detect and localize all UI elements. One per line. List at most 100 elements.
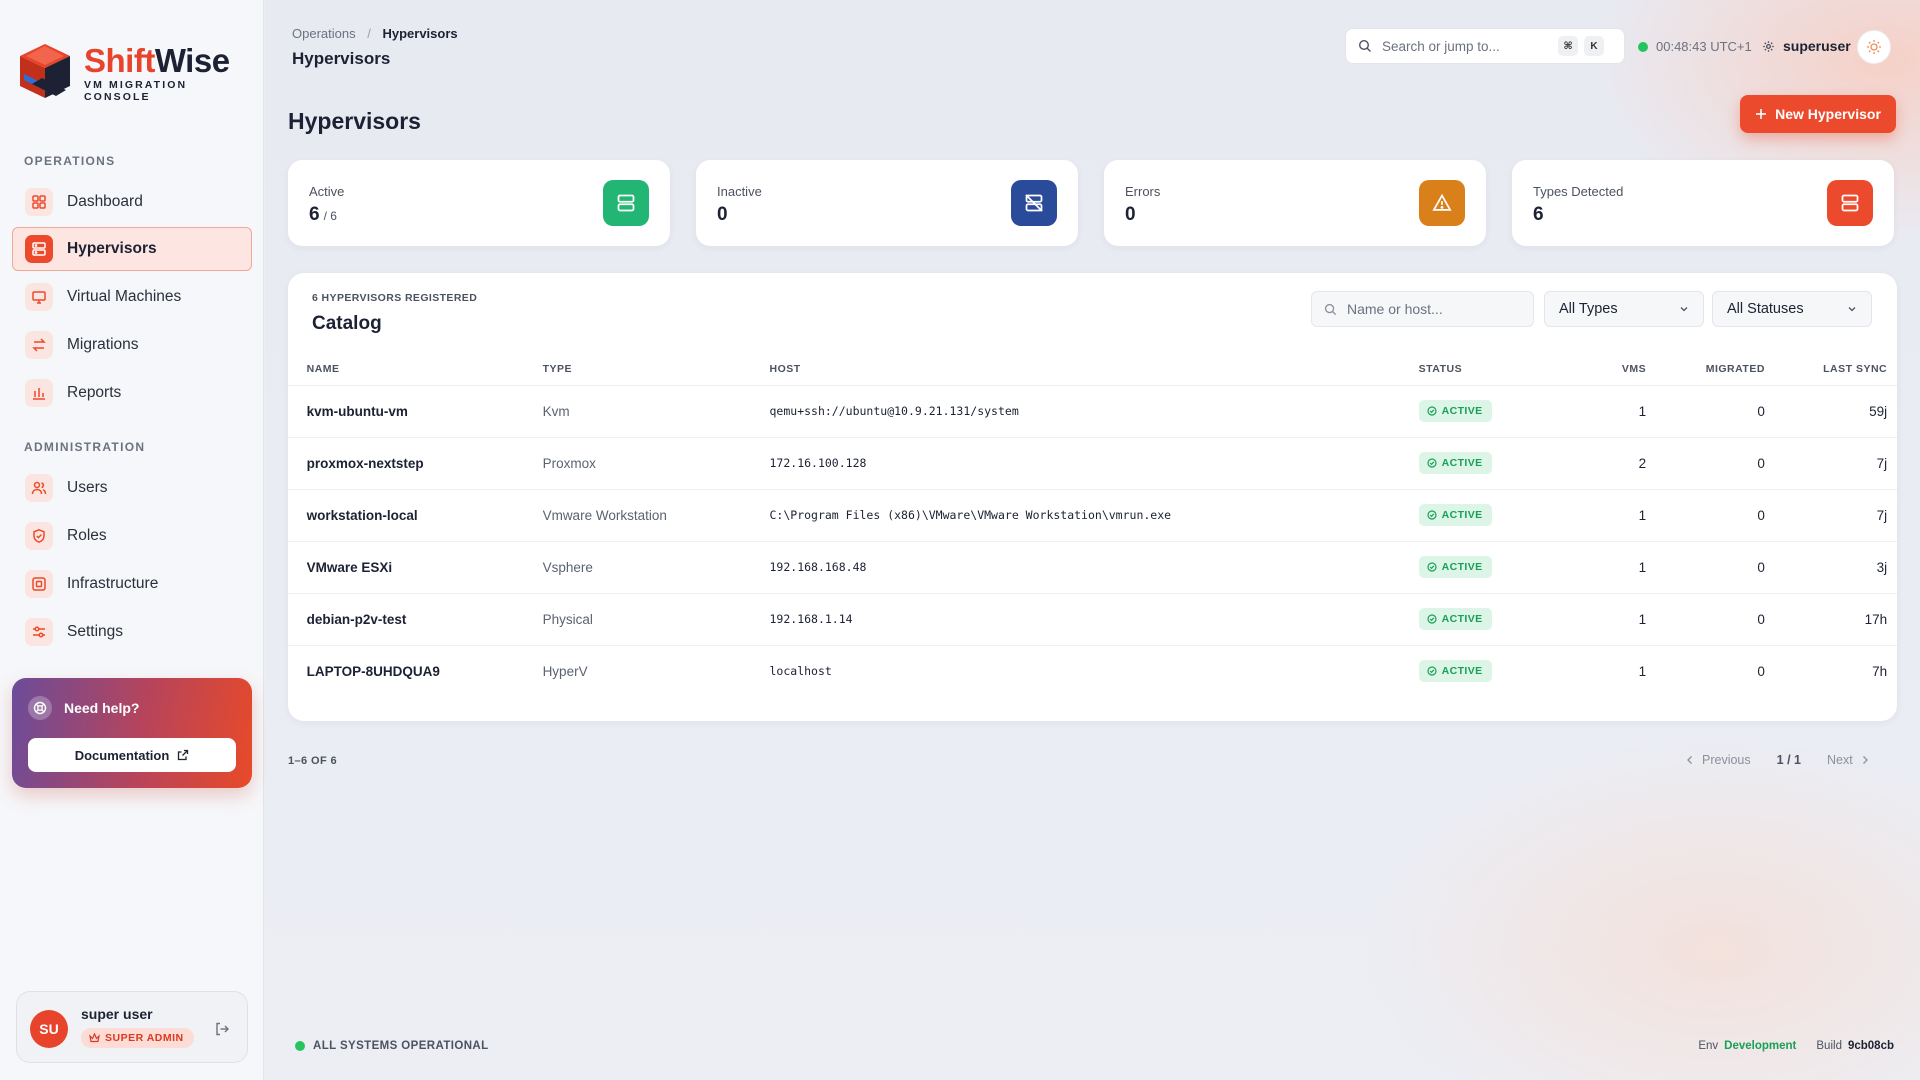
user-card[interactable]: SU super user SUPER ADMIN (16, 991, 248, 1063)
sidebar-item-users[interactable]: Users (12, 466, 252, 510)
brand-name-part1: Shift (84, 41, 155, 79)
status-select[interactable]: All Statuses (1712, 291, 1872, 327)
status-label: ACTIVE (1441, 613, 1483, 625)
status-cell: ACTIVE (1418, 593, 1597, 646)
vms-count: 1 (1596, 541, 1647, 594)
status-cell: ACTIVE (1418, 385, 1597, 438)
header-title: Hypervisors (292, 49, 391, 68)
logout-icon[interactable] (211, 1018, 233, 1040)
sidebar-item-roles[interactable]: Roles (12, 514, 252, 558)
hypervisor-name[interactable]: VMware ESXi (306, 541, 543, 594)
table-row[interactable]: kvm-ubuntu-vm Kvm qemu+ssh://ubuntu@10.9.2… (288, 385, 1897, 438)
sidebar-item-virtual-machines[interactable]: Virtual Machines (12, 275, 252, 319)
status-select-value: All Statuses (1727, 301, 1804, 317)
global-search[interactable]: ⌘ K (1345, 28, 1625, 64)
sidebar-item-migrations[interactable]: Migrations (12, 323, 252, 367)
theme-toggle[interactable] (1857, 30, 1891, 64)
previous-page-button[interactable]: Previous (1686, 753, 1751, 767)
column-header-type[interactable]: TYPE (542, 353, 770, 386)
brand-logo[interactable]: ShiftWise VM MIGRATION CONSOLE (14, 40, 254, 106)
catalog-subtitle: 6 HYPERVISORS REGISTERED (312, 292, 478, 304)
crown-icon (89, 1033, 100, 1043)
sidebar-item-settings[interactable]: Settings (12, 610, 252, 654)
sidebar-item-label: Roles (67, 527, 107, 544)
table-row[interactable]: workstation-local Vmware Workstation C:\Pr… (288, 489, 1897, 542)
stat-number: 6 (1533, 204, 1544, 225)
hypervisor-name[interactable]: proxmox-nextstep (306, 437, 543, 490)
help-title: Need help? (64, 700, 140, 716)
type-select[interactable]: All Types (1544, 291, 1704, 327)
new-hypervisor-label: New Hypervisor (1775, 106, 1881, 122)
external-link-icon (178, 749, 189, 761)
column-header-status[interactable]: STATUS (1418, 353, 1597, 386)
breadcrumb-separator: / (367, 26, 371, 41)
sidebar-item-label: Settings (67, 623, 124, 640)
global-search-input[interactable] (1382, 38, 1552, 54)
chevron-left-icon (1687, 756, 1692, 764)
table-row[interactable]: VMware ESXi Vsphere 192.168.168.48 ACTIVE 1 0… (288, 541, 1897, 594)
last-sync: 3j (1764, 541, 1888, 594)
column-header-last-sync[interactable]: LAST SYNC (1764, 353, 1888, 386)
table-row[interactable]: proxmox-nextstep Proxmox 172.16.100.128 ACT… (288, 437, 1897, 490)
last-sync: 7j (1764, 489, 1888, 542)
pagination-count: 1–6 OF 6 (288, 755, 338, 767)
sidebar-item-hypervisors[interactable]: Hypervisors (12, 227, 252, 271)
user-menu[interactable]: superuser (1762, 38, 1851, 54)
column-header-migrated[interactable]: MIGRATED (1646, 353, 1765, 386)
column-header-vms[interactable]: VMS (1596, 353, 1647, 386)
system-status-label: ALL SYSTEMS OPERATIONAL (313, 1040, 489, 1052)
dashboard-icon (25, 188, 53, 216)
hypervisor-name[interactable]: LAPTOP-8UHDQUA9 (307, 645, 543, 697)
hypervisor-name[interactable]: kvm-ubuntu-vm (306, 385, 543, 438)
status-label: ACTIVE (1441, 509, 1483, 521)
sidebar-item-infrastructure[interactable]: Infrastructure (12, 562, 252, 606)
stat-card-errors: Errors 0 (1104, 160, 1486, 246)
last-sync: 59j (1764, 385, 1888, 438)
stat-number: 0 (1125, 204, 1136, 225)
column-header-host[interactable]: HOST (769, 353, 1419, 386)
status-badge: ACTIVE (1418, 556, 1492, 578)
hypervisor-name[interactable]: workstation-local (306, 489, 543, 542)
documentation-button[interactable]: Documentation (28, 738, 236, 772)
hypervisor-name[interactable]: debian-p2v-test (306, 593, 543, 646)
hypervisor-host: qemu+ssh://ubuntu@10.9.21.131/system (769, 385, 1419, 438)
plus-icon (1756, 109, 1767, 119)
name-filter[interactable] (1311, 291, 1534, 327)
table-row[interactable]: LAPTOP-8UHDQUA9 HyperV localhost ACTIVE 1 0 7h (288, 645, 1897, 697)
system-status: ALL SYSTEMS OPERATIONAL (295, 1040, 489, 1052)
migrated-count: 0 (1646, 385, 1765, 438)
sidebar-item-reports[interactable]: Reports (12, 371, 252, 415)
server-icon (1827, 180, 1873, 226)
shortcut-key-cmd: ⌘ (1558, 36, 1578, 56)
last-sync: 7j (1764, 437, 1888, 490)
stat-label: Errors (1125, 184, 1161, 199)
search-icon (1358, 39, 1371, 52)
name-filter-input[interactable] (1347, 301, 1527, 317)
pagination: Previous 1 / 1 Next (1686, 753, 1869, 767)
next-page-button[interactable]: Next (1827, 753, 1869, 767)
breadcrumb-parent[interactable]: Operations (292, 26, 356, 41)
stat-total: / 6 (323, 209, 337, 223)
hypervisor-type: Proxmox (542, 437, 770, 490)
sidebar-item-dashboard[interactable]: Dashboard (12, 180, 252, 224)
new-hypervisor-button[interactable]: New Hypervisor (1740, 95, 1896, 133)
hypervisor-type: Vmware Workstation (542, 489, 770, 542)
status-cell: ACTIVE (1418, 645, 1597, 697)
arrows-exchange-icon (25, 331, 53, 359)
build-label: Build (1816, 1040, 1842, 1052)
lifebuoy-icon (28, 696, 52, 720)
monitor-icon (25, 283, 53, 311)
next-label: Next (1826, 753, 1853, 767)
check-circle-icon (1427, 562, 1437, 572)
infrastructure-icon (25, 570, 53, 598)
migrated-count: 0 (1646, 437, 1765, 490)
migrated-count: 0 (1646, 593, 1765, 646)
migrated-count: 0 (1646, 541, 1765, 594)
column-header-name[interactable]: NAME (306, 353, 543, 386)
last-sync: 7h (1872, 663, 1888, 679)
help-card: Need help? Documentation (12, 678, 252, 788)
status-badge: ACTIVE (1418, 452, 1492, 474)
stat-value: 6 (1533, 204, 1544, 226)
status-label: ACTIVE (1441, 665, 1483, 678)
table-row[interactable]: debian-p2v-test Physical 192.168.1.14 ACTIV… (288, 593, 1897, 646)
